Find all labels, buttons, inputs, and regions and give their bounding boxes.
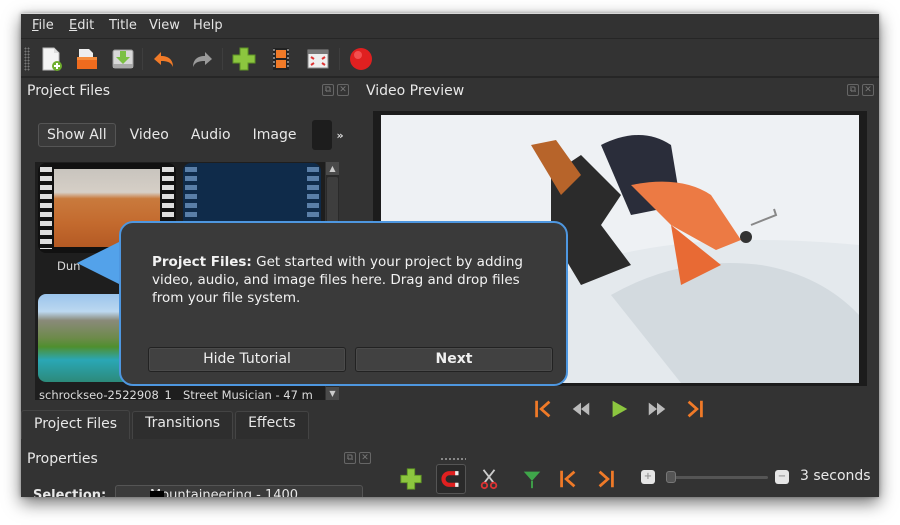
file-name: Street Musician - 47 m xyxy=(183,388,313,400)
jump-to-start-icon[interactable] xyxy=(531,397,555,421)
properties-title: Properties xyxy=(27,451,98,467)
previous-marker-icon[interactable] xyxy=(553,464,583,494)
menu-file-label: ile xyxy=(38,18,54,33)
scroll-up-icon[interactable]: ▲ xyxy=(326,162,339,175)
filter-video[interactable]: Video xyxy=(122,124,177,146)
main-toolbar xyxy=(21,40,879,78)
scroll-down-icon[interactable]: ▼ xyxy=(326,387,339,400)
redo-icon[interactable] xyxy=(188,45,216,73)
playback-controls xyxy=(531,397,707,421)
menu-file[interactable]: File xyxy=(32,18,54,33)
menu-edit[interactable]: Edit xyxy=(69,18,94,33)
menu-edit-mnemonic: E xyxy=(69,18,78,33)
tutorial-text: Project Files: Get started with your pro… xyxy=(152,253,552,307)
close-dock-icon[interactable]: ✕ xyxy=(862,84,874,96)
more-filters-button[interactable]: » xyxy=(336,129,343,142)
tab-project-files[interactable]: Project Files xyxy=(21,410,131,439)
next-button[interactable]: Next xyxy=(355,347,553,372)
fast-forward-icon[interactable] xyxy=(645,397,669,421)
import-files-icon[interactable] xyxy=(230,45,258,73)
hide-tutorial-button[interactable]: Hide Tutorial xyxy=(148,347,346,372)
selection-dropdown[interactable]: Mountaineering - 1400 xyxy=(115,485,363,497)
zoom-out-icon[interactable]: − xyxy=(775,470,789,484)
fullscreen-icon[interactable] xyxy=(304,45,332,73)
timeline-zoom-slider[interactable] xyxy=(666,471,768,483)
play-icon[interactable] xyxy=(607,397,631,421)
menu-bar: File Edit Title View Help xyxy=(21,13,879,39)
zoom-in-icon[interactable]: + xyxy=(641,470,655,484)
toolbar-grip-handle[interactable] xyxy=(24,47,30,71)
rewind-icon[interactable] xyxy=(569,397,593,421)
export-video-icon[interactable] xyxy=(347,45,375,73)
tutorial-heading: Project Files: xyxy=(152,254,252,270)
filter-image[interactable]: Image xyxy=(245,124,305,146)
film-sprocket-left xyxy=(40,167,52,249)
float-dock-icon[interactable]: ⧉ xyxy=(847,84,859,96)
add-marker-icon[interactable] xyxy=(517,464,547,494)
filter-search-input[interactable] xyxy=(312,120,333,150)
menu-edit-label: dit xyxy=(77,18,95,33)
zoom-slider-handle[interactable] xyxy=(666,471,676,483)
selection-color-swatch xyxy=(150,491,164,497)
snapping-icon[interactable] xyxy=(436,464,466,494)
selection-value: Mountaineering - 1400 xyxy=(150,488,299,497)
app-window: File Edit Title View Help Project Files … xyxy=(21,13,879,497)
selection-label: Selection: xyxy=(33,488,107,497)
next-marker-icon[interactable] xyxy=(591,464,621,494)
jump-to-end-icon[interactable] xyxy=(683,397,707,421)
float-dock-icon[interactable]: ⧉ xyxy=(344,452,356,464)
open-project-icon[interactable] xyxy=(73,45,101,73)
toolbar-separator xyxy=(339,48,340,70)
close-dock-icon[interactable]: ✕ xyxy=(337,84,349,96)
toolbar-separator xyxy=(142,48,143,70)
tutorial-popup: Project Files: Get started with your pro… xyxy=(119,221,568,386)
choose-profile-icon[interactable] xyxy=(267,45,295,73)
tab-effects[interactable]: Effects xyxy=(235,411,309,439)
dock-tabs: Project Files Transitions Effects xyxy=(21,410,311,439)
float-dock-icon[interactable]: ⧉ xyxy=(322,84,334,96)
close-dock-icon[interactable]: ✕ xyxy=(359,452,371,464)
menu-title[interactable]: Title xyxy=(109,18,137,33)
properties-dock-buttons: ⧉ ✕ xyxy=(344,452,371,464)
file-name: schrockseo-2522908_1 xyxy=(39,388,172,400)
project-files-title: Project Files xyxy=(27,83,111,99)
video-preview-title: Video Preview xyxy=(366,83,465,99)
timeline-grip-handle[interactable] xyxy=(440,457,466,461)
menu-view[interactable]: View xyxy=(149,18,180,33)
zoom-level-label: 3 seconds xyxy=(800,468,871,484)
undo-icon[interactable] xyxy=(150,45,178,73)
toolbar-separator xyxy=(222,48,223,70)
file-filter-bar: Show All Video Audio Image » xyxy=(38,120,344,150)
project-files-dock-buttons: ⧉ ✕ xyxy=(322,84,349,96)
save-project-icon[interactable] xyxy=(109,45,137,73)
tutorial-pointer xyxy=(77,241,121,285)
filter-audio[interactable]: Audio xyxy=(183,124,239,146)
razor-icon[interactable] xyxy=(474,464,504,494)
new-project-icon[interactable] xyxy=(37,45,65,73)
filter-show-all[interactable]: Show All xyxy=(38,123,116,147)
tab-transitions[interactable]: Transitions xyxy=(132,411,234,439)
video-preview-dock-buttons: ⧉ ✕ xyxy=(847,84,874,96)
add-track-icon[interactable] xyxy=(396,464,426,494)
menu-help[interactable]: Help xyxy=(193,18,223,33)
